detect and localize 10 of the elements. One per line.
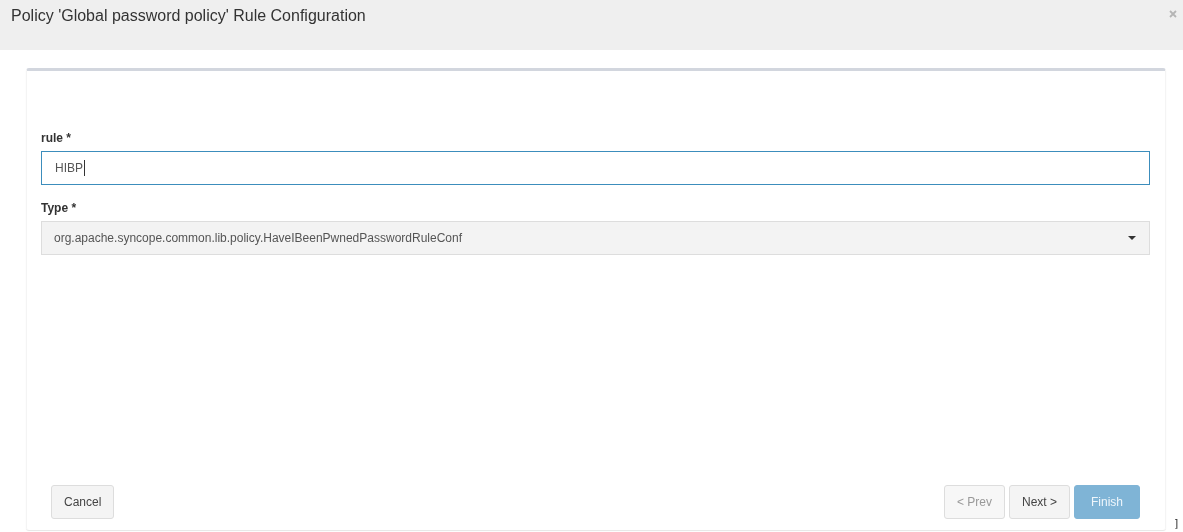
dialog-title: Policy 'Global password policy' Rule Configuration	[11, 6, 366, 26]
wizard-button[interactable]: Next >	[1008, 485, 1070, 519]
cancel-button[interactable]: Cancel	[51, 485, 115, 519]
field-label: Type *	[41, 201, 78, 215]
caret-icon	[1128, 236, 1136, 240]
select-field[interactable]: org.apache.syncope.common.lib.policy.HaveIBeenPwnedPasswordRuleConf	[41, 221, 1150, 255]
field-label: rule *	[41, 131, 72, 145]
close-icon[interactable]	[1169, 10, 1177, 18]
input-field[interactable]: HIBP	[41, 151, 1150, 185]
edge-mark: ]	[1174, 518, 1179, 530]
